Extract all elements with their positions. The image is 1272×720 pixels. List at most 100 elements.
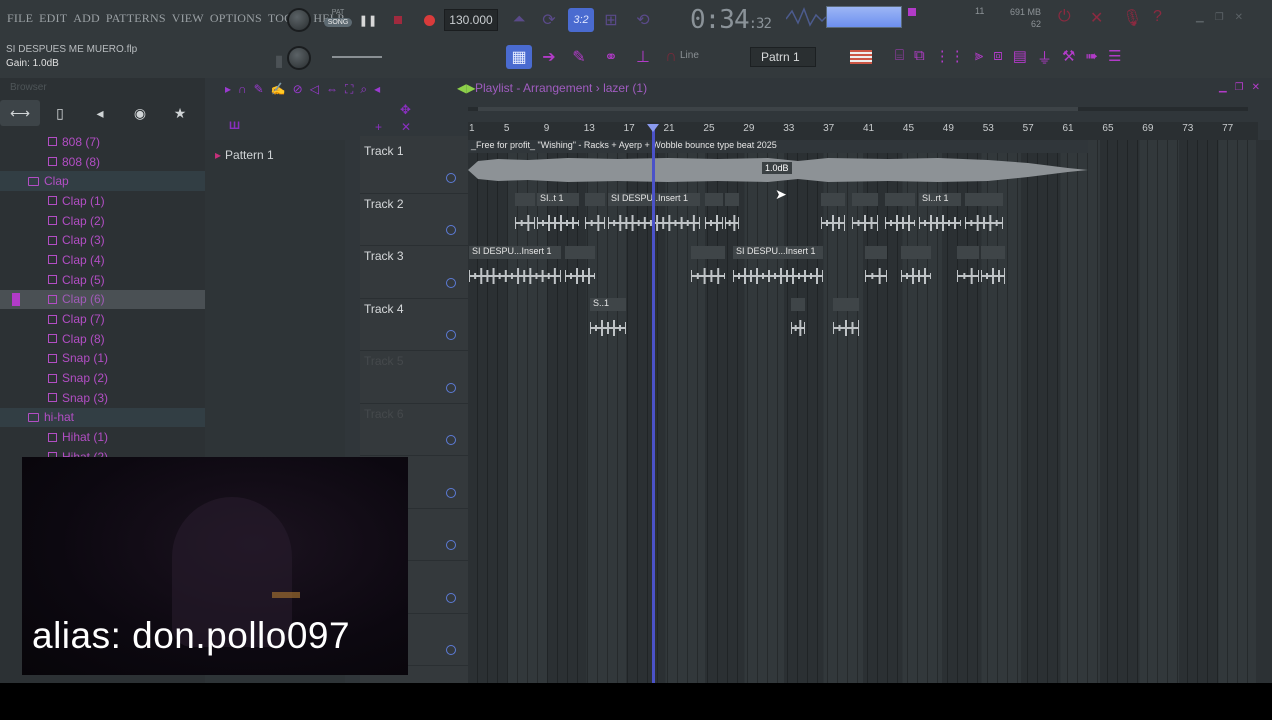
zoom-icon[interactable]: ⌕ xyxy=(360,82,367,97)
browser-item[interactable]: Clap (3) xyxy=(0,230,205,250)
browser-item[interactable]: 808 (8) xyxy=(0,152,205,172)
plug-icon[interactable]: ⏚ xyxy=(1037,47,1052,68)
arrow-icon[interactable]: ▸ xyxy=(225,82,231,97)
timeline-ruler[interactable]: 1 5 9 13 17 21 25 29 33 37 41 45 49 53 57 61 65 69 73 77 xyxy=(468,122,1258,140)
track-mute-led[interactable] xyxy=(446,487,456,498)
close-icon[interactable]: ✕ xyxy=(1252,82,1260,93)
audio-clip[interactable] xyxy=(565,246,595,294)
drag-handle-icon[interactable]: ✥ xyxy=(400,102,411,118)
menu-file[interactable]: FILE xyxy=(6,11,34,26)
track-mute-led[interactable] xyxy=(446,172,456,183)
browser-item[interactable]: Clap (7) xyxy=(0,309,205,329)
browser-item[interactable]: Clap (4) xyxy=(0,250,205,270)
browser-folder[interactable]: Clap xyxy=(0,171,205,192)
browser-item[interactable]: Clap (2) xyxy=(0,211,205,231)
track-header[interactable]: Track 3 xyxy=(360,245,468,299)
pause-button[interactable]: ❚❚ xyxy=(357,9,379,31)
menu-patterns[interactable]: PATTERNS xyxy=(105,11,167,26)
tools-icon[interactable]: ✕ xyxy=(1090,8,1103,28)
browser-item[interactable]: Snap (3) xyxy=(0,388,205,408)
piano-roll-icon[interactable]: ⧉ xyxy=(914,47,925,68)
select-icon[interactable]: ⛶ xyxy=(345,82,353,97)
playlist-button[interactable]: ▦ xyxy=(506,45,532,69)
stop-button[interactable] xyxy=(387,9,409,31)
magnet-icon[interactable]: ∩ xyxy=(660,46,682,68)
track-mute-led[interactable] xyxy=(446,330,456,340)
microphone-icon[interactable]: 🎙︎ xyxy=(1122,8,1142,28)
metronome-button[interactable]: ⏶ xyxy=(508,9,530,31)
help-icon[interactable]: ? xyxy=(1153,8,1162,26)
close-icon[interactable]: ✕ xyxy=(1235,12,1243,23)
track-mute-led[interactable] xyxy=(446,382,456,393)
audio-clip[interactable]: SI..rt 1 xyxy=(919,193,961,241)
channel-rack-icon[interactable]: ⋮⋮ xyxy=(935,47,965,68)
master-pitch-knob[interactable] xyxy=(287,46,311,70)
restore-icon[interactable]: ❐ xyxy=(1235,82,1244,93)
wrench-icon[interactable]: ⚒ xyxy=(1062,47,1075,68)
flag-icon[interactable] xyxy=(850,50,872,64)
browser-item-selected[interactable]: Clap (6) xyxy=(0,289,205,310)
audio-clip[interactable]: SI DESPU...Insert 1 xyxy=(733,246,823,294)
cpu-icon[interactable]: ⏻ xyxy=(1058,8,1071,26)
remove-track-icon[interactable]: ✕ xyxy=(401,120,411,134)
browser-item[interactable]: Clap (1) xyxy=(0,191,205,211)
menu-edit[interactable]: EDIT xyxy=(38,11,68,26)
snap-button[interactable]: 3:2 xyxy=(568,8,594,32)
audio-clip[interactable] xyxy=(957,246,979,294)
vertical-scrollbar[interactable] xyxy=(1256,140,1272,683)
audio-clip[interactable]: SI DESPU...Insert 1 xyxy=(469,246,561,294)
menu-options[interactable]: OPTIONS xyxy=(209,11,263,26)
minimize-icon[interactable]: ▁ xyxy=(1196,12,1204,23)
audio-clip[interactable] xyxy=(515,193,535,241)
loop-record-button[interactable]: ⟳ xyxy=(538,9,560,31)
audio-clip[interactable] xyxy=(821,193,845,241)
browser-item[interactable]: Snap (2) xyxy=(0,368,205,388)
track-header[interactable]: Track 4 xyxy=(360,298,468,351)
mute-icon[interactable]: ◁ xyxy=(310,82,319,97)
track-header[interactable]: Track 2 xyxy=(360,193,468,246)
pencil-tool-button[interactable]: ✎ xyxy=(568,46,590,68)
pin-icon[interactable]: ▮ xyxy=(268,50,290,72)
restore-icon[interactable]: ❐ xyxy=(1215,12,1224,23)
eq-icon[interactable]: ⫸ xyxy=(975,47,983,68)
lines-icon[interactable]: ☰ xyxy=(1108,47,1121,68)
browser-item[interactable]: Snap (1) xyxy=(0,349,205,369)
track-header[interactable]: Track 5 xyxy=(360,350,468,404)
browser-files-button[interactable]: ▯ xyxy=(40,100,80,126)
browser-plugins-button[interactable]: ◂ xyxy=(80,100,120,126)
track-mute-led[interactable] xyxy=(446,645,456,655)
browser-item[interactable]: Clap (5) xyxy=(0,270,205,290)
audio-clip[interactable]: SI..t 1 xyxy=(537,193,579,241)
brush-icon[interactable]: ✍ xyxy=(271,82,286,97)
master-slider[interactable] xyxy=(332,56,382,58)
delete-icon[interactable]: ⊘ xyxy=(293,82,303,97)
add-track-icon[interactable]: + xyxy=(375,120,382,134)
minimize-icon[interactable]: ▁ xyxy=(1219,82,1227,93)
link-tool-button[interactable]: ⚭ xyxy=(600,46,622,68)
browser-world-button[interactable]: ◉ xyxy=(120,100,160,126)
snap-mode-select[interactable]: Line xyxy=(680,50,699,61)
audio-clip[interactable] xyxy=(852,193,878,241)
master-volume-knob[interactable] xyxy=(287,8,311,32)
blend-notes-button[interactable]: ⟲ xyxy=(632,9,654,31)
speaker-icon[interactable]: ◂ xyxy=(374,82,380,97)
pencil-icon[interactable]: ✎ xyxy=(254,82,264,97)
audio-clip[interactable] xyxy=(725,193,739,241)
pattern-picker-icon[interactable]: Ш xyxy=(229,120,240,132)
track-mute-led[interactable] xyxy=(446,225,456,235)
audio-clip[interactable] xyxy=(965,193,1003,241)
playhead-marker[interactable] xyxy=(647,124,659,683)
browser-item[interactable]: Hihat (1) xyxy=(0,427,205,447)
browser-all-button[interactable]: ⟷ xyxy=(0,100,40,126)
mixer-icon[interactable]: ⌸ xyxy=(895,47,904,68)
audio-clip[interactable] xyxy=(833,298,859,346)
audio-clip[interactable] xyxy=(705,193,723,241)
stamp-tool-button[interactable]: ⊥ xyxy=(632,46,654,68)
track-mute-led[interactable] xyxy=(446,540,456,550)
audio-clip[interactable] xyxy=(885,193,915,241)
pattern-item[interactable]: Pattern 1 xyxy=(215,148,274,162)
track-mute-led[interactable] xyxy=(446,592,456,603)
slip-icon[interactable]: ⇔ xyxy=(326,82,338,97)
arrow-right-icon[interactable]: ➠ xyxy=(1085,47,1098,68)
browser-folder[interactable]: hi-hat xyxy=(0,407,205,428)
